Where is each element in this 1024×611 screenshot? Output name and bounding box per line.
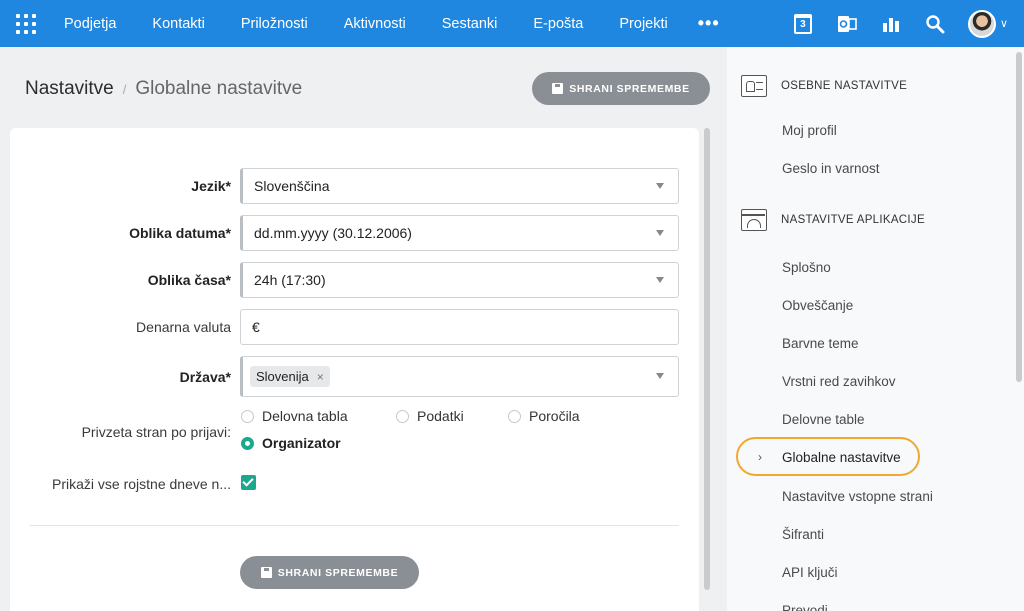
language-select[interactable]: Slovenščina (240, 168, 679, 204)
save-disk-icon (260, 567, 272, 578)
save-button-label: SHRANI SPREMEMBE (277, 566, 399, 579)
sidebar-item-prevodi[interactable]: Prevodi (782, 603, 828, 611)
remove-tag-icon[interactable]: × (317, 370, 324, 384)
time-format-label: Oblika časa* (147, 272, 231, 288)
sidebar-item-splosno[interactable]: Splošno (782, 260, 831, 275)
app-settings-icon (741, 209, 767, 231)
birthdays-row: Prikaži vse rojstne dneve n... (10, 474, 699, 494)
language-label: Jezik* (191, 178, 231, 194)
section-title: NASTAVITVE APLIKACIJE (781, 214, 925, 226)
nav-item-projekti[interactable]: Projekti (601, 0, 685, 47)
calendar-day: 3 (793, 13, 812, 34)
radio-dot (508, 409, 521, 423)
main-nav: Podjetja Kontakti Priložnosti Aktivnosti… (62, 0, 732, 47)
sidebar-item-vrstni-red-zavihkov[interactable]: Vrstni red zavihkov (782, 374, 896, 389)
caret-down-icon (656, 373, 664, 379)
page-title: Globalne nastavitve (135, 78, 303, 99)
caret-down-icon (656, 277, 664, 283)
save-button-label: SHRANI SPREMEMBE (569, 82, 690, 95)
radio-porocila[interactable]: Poročila (508, 408, 580, 424)
show-birthdays-checkbox[interactable] (241, 475, 256, 490)
settings-sidebar: OSEBNE NASTAVITVE Moj profil Geslo in va… (727, 47, 1024, 611)
save-changes-button-bottom[interactable]: SHRANI SPREMEMBE (240, 556, 419, 589)
sidebar-scrollbar[interactable] (1016, 52, 1022, 382)
sidebar-item-api-kljuci[interactable]: API ključi (782, 565, 838, 580)
more-menu-icon[interactable]: ••• (686, 13, 732, 34)
apps-grid-icon[interactable] (16, 13, 36, 34)
sidebar-item-nastavitve-vstopne-strani[interactable]: Nastavitve vstopne strani (782, 489, 933, 504)
time-format-row: Oblika časa* 24h (17:30) (10, 262, 699, 298)
radio-label: Poročila (529, 408, 580, 424)
time-format-value: 24h (17:30) (254, 272, 326, 288)
section-personal-settings: OSEBNE NASTAVITVE (741, 75, 907, 97)
landing-page-row: Privzeta stran po prijavi: (10, 422, 699, 442)
country-row: Država* Slovenija × (10, 356, 699, 397)
country-select[interactable]: Slovenija × (240, 356, 679, 397)
currency-row: Denarna valuta € (10, 309, 699, 345)
nav-item-kontakti[interactable]: Kontakti (134, 0, 222, 47)
sidebar-item-sifranti[interactable]: Šifranti (782, 527, 824, 542)
language-value: Slovenščina (254, 178, 330, 194)
sidebar-item-globalne-nastavitve[interactable]: Globalne nastavitve (782, 450, 901, 465)
section-title: OSEBNE NASTAVITVE (781, 80, 908, 92)
country-label: Država* (179, 368, 231, 385)
nav-item-podjetja[interactable]: Podjetja (62, 0, 134, 47)
breadcrumb-root[interactable]: Nastavitve (25, 78, 114, 100)
breadcrumb: Nastavitve / Globalne nastavitve (25, 78, 302, 100)
caret-down-icon (656, 183, 664, 189)
form-divider (30, 525, 679, 526)
section-app-settings: NASTAVITVE APLIKACIJE (741, 209, 925, 231)
chevron-right-icon: › (758, 450, 762, 464)
country-tag: Slovenija × (250, 366, 330, 387)
radio-label: Organizator (262, 435, 341, 451)
nav-item-aktivnosti[interactable]: Aktivnosti (326, 0, 424, 47)
nav-item-priloznosti[interactable]: Priložnosti (223, 0, 326, 47)
radio-label: Podatki (417, 408, 464, 424)
radio-delovna-tabla[interactable]: Delovna tabla (241, 408, 348, 424)
date-format-row: Oblika datuma* dd.mm.yyyy (30.12.2006) (10, 215, 699, 251)
save-disk-icon (552, 83, 564, 94)
birthdays-label: Prikaži vse rojstne dneve n... (52, 476, 231, 492)
sidebar-item-obvescanje[interactable]: Obveščanje (782, 298, 853, 313)
landing-page-label: Privzeta stran po prijavi: (81, 424, 231, 440)
date-format-label: Oblika datuma* (129, 225, 231, 241)
breadcrumb-separator: / (122, 81, 127, 97)
currency-value: € (252, 319, 260, 335)
sidebar-item-moj-profil[interactable]: Moj profil (782, 123, 837, 138)
form-scrollbar[interactable] (704, 128, 710, 590)
search-icon[interactable] (924, 13, 946, 35)
currency-label: Denarna valuta (136, 319, 231, 335)
currency-input[interactable]: € (240, 309, 679, 345)
radio-label: Delovna tabla (262, 408, 348, 424)
sidebar-item-geslo-in-varnost[interactable]: Geslo in varnost (782, 161, 880, 176)
language-row: Jezik* Slovenščina (10, 168, 699, 204)
caret-down-icon (656, 230, 664, 236)
nav-item-eposta[interactable]: E-pošta (515, 0, 601, 47)
radio-organizator[interactable]: Organizator (241, 435, 341, 451)
radio-podatki[interactable]: Podatki (396, 408, 464, 424)
radio-dot (241, 409, 254, 423)
top-right-tools: 3 ∨ (792, 0, 1024, 47)
settings-form: Jezik* Slovenščina Oblika datuma* dd.mm.… (10, 128, 699, 611)
outlook-icon[interactable] (836, 13, 858, 35)
date-format-value: dd.mm.yyyy (30.12.2006) (254, 225, 412, 241)
date-format-select[interactable]: dd.mm.yyyy (30.12.2006) (240, 215, 679, 251)
sidebar-item-delovne-table[interactable]: Delovne table (782, 412, 865, 427)
country-tag-label: Slovenija (256, 369, 309, 384)
chevron-down-icon[interactable]: ∨ (1000, 17, 1008, 30)
top-navigation-bar: Podjetja Kontakti Priložnosti Aktivnosti… (0, 0, 1024, 47)
calendar-icon[interactable]: 3 (792, 13, 814, 35)
nav-item-sestanki[interactable]: Sestanki (424, 0, 516, 47)
user-avatar[interactable] (967, 9, 996, 38)
time-format-select[interactable]: 24h (17:30) (240, 262, 679, 298)
reports-icon[interactable] (880, 13, 902, 35)
radio-dot (396, 409, 409, 423)
radio-dot-selected (241, 436, 254, 450)
profile-card-icon (741, 75, 767, 97)
sidebar-item-barvne-teme[interactable]: Barvne teme (782, 336, 859, 351)
save-changes-button-top[interactable]: SHRANI SPREMEMBE (532, 72, 710, 105)
